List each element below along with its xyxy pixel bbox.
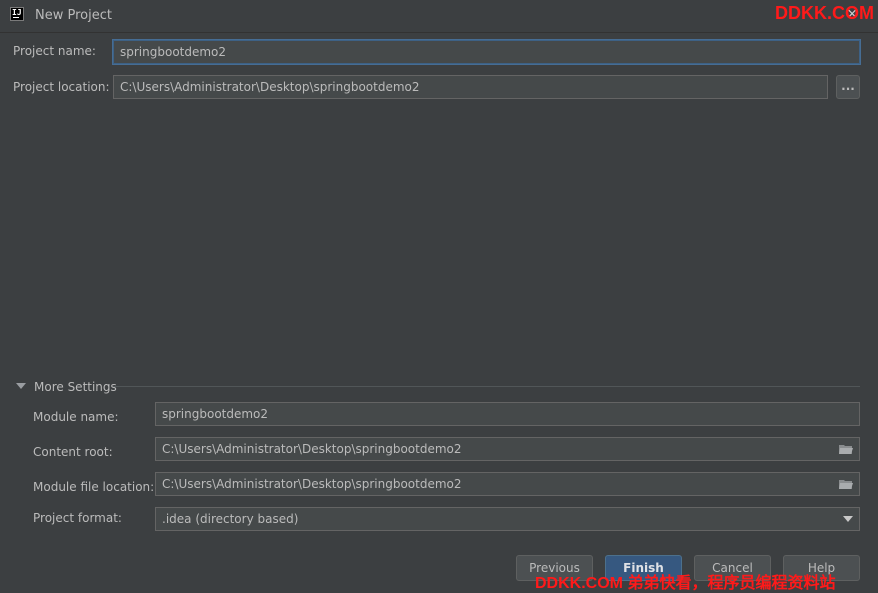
more-settings-title[interactable]: More Settings: [34, 380, 117, 394]
title-bar: IJ New Project ×: [0, 0, 878, 33]
project-format-select[interactable]: .idea (directory based): [155, 507, 860, 531]
watermark-top: DDKK.COM: [775, 3, 874, 23]
project-name-label: Project name:: [13, 44, 96, 58]
folder-icon[interactable]: [839, 444, 853, 454]
intellij-icon: IJ: [10, 7, 24, 21]
watermark-bottom: DDKK.COM 弟弟快看，程序员编程资料站: [535, 575, 836, 592]
module-file-location-value: C:\Users\Administrator\Desktop\springboo…: [162, 477, 462, 491]
window-title: New Project: [35, 8, 112, 23]
folder-icon[interactable]: [839, 479, 853, 489]
section-divider: [113, 386, 860, 387]
project-name-input[interactable]: springbootdemo2: [113, 40, 860, 64]
module-file-location-input[interactable]: C:\Users\Administrator\Desktop\springboo…: [155, 472, 860, 496]
project-format-label: Project format:: [33, 511, 122, 525]
content-root-input[interactable]: C:\Users\Administrator\Desktop\springboo…: [155, 437, 860, 461]
module-name-label: Module name:: [33, 410, 119, 424]
module-file-location-label: Module file location:: [33, 480, 155, 494]
project-format-value: .idea (directory based): [162, 512, 299, 526]
module-name-input[interactable]: springbootdemo2: [155, 402, 860, 426]
project-location-input[interactable]: C:\Users\Administrator\Desktop\springboo…: [113, 75, 828, 99]
browse-location-button[interactable]: ...: [836, 75, 860, 99]
collapse-triangle-icon[interactable]: [16, 381, 26, 391]
content-root-value: C:\Users\Administrator\Desktop\springboo…: [162, 442, 462, 456]
project-location-label: Project location:: [13, 80, 110, 94]
chevron-down-icon: [843, 516, 853, 522]
content-root-label: Content root:: [33, 445, 113, 459]
